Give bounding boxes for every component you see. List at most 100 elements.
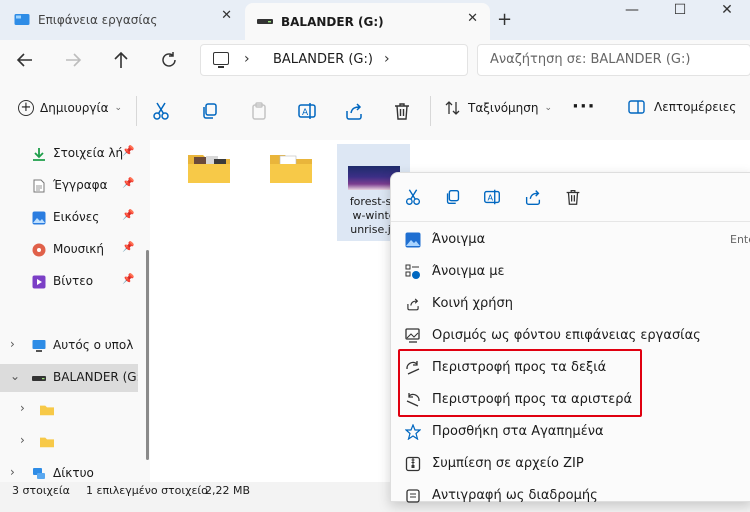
zip-icon xyxy=(405,456,421,472)
menu-item-label: Συμπίεση σε αρχείο ZIP xyxy=(432,456,584,471)
search-box[interactable]: Αναζήτηση σε: BALANDER (G:) xyxy=(477,44,750,76)
tab-desktop[interactable]: Επιφάνεια εργασίας ✕ xyxy=(0,4,244,36)
open-with-icon xyxy=(405,264,420,279)
copy-icon[interactable] xyxy=(199,100,221,122)
chevron-right-icon[interactable]: › xyxy=(10,465,15,479)
chevron-down-icon: ⌄ xyxy=(114,103,123,113)
sidebar-item-pictures[interactable]: Εικόνες 📌 xyxy=(0,204,138,232)
plus-icon: + xyxy=(18,100,34,116)
maximize-button[interactable]: ☐ xyxy=(657,2,703,18)
menu-item-open[interactable]: Άνοιγμα Ente xyxy=(391,224,750,256)
forward-arrow-icon[interactable] xyxy=(58,48,88,72)
delete-icon[interactable] xyxy=(563,187,583,207)
new-tab-button[interactable]: + xyxy=(497,9,512,30)
folder-icon xyxy=(40,405,54,416)
sort-icon xyxy=(445,101,460,115)
sort-button[interactable]: Ταξινόμηση ⌄ xyxy=(444,100,552,116)
paste-icon[interactable] xyxy=(248,100,270,122)
star-icon xyxy=(405,424,421,440)
menu-item-compress-zip[interactable]: Συμπίεση σε αρχείο ZIP xyxy=(391,448,750,480)
tab-title: BALANDER (G:) xyxy=(281,14,384,29)
sidebar-item-documents[interactable]: Έγγραφα 📌 xyxy=(0,172,138,200)
sidebar-item-folder[interactable]: › xyxy=(0,428,138,456)
sidebar-item-drive[interactable]: ⌄ BALANDER (G:) xyxy=(0,364,138,392)
sidebar-item-label: Μουσική xyxy=(53,242,104,256)
sidebar-item-music[interactable]: Μουσική 📌 xyxy=(0,236,138,264)
menu-item-label: Κοινή χρήση xyxy=(432,296,513,311)
copy-path-icon xyxy=(406,489,420,503)
menu-item-label: Άνοιγμα xyxy=(432,232,486,247)
document-icon xyxy=(33,179,45,193)
details-pane-icon xyxy=(628,100,645,114)
folder-icon xyxy=(40,437,54,448)
sidebar-item-downloads[interactable]: Στοιχεία λήψ 📌 xyxy=(0,140,138,168)
new-label: Δημιουργία xyxy=(40,101,109,115)
menu-item-set-wallpaper[interactable]: Ορισμός ως φόντου επιφάνειας εργασίας xyxy=(391,320,750,352)
minimize-button[interactable]: — xyxy=(609,2,655,18)
desktop-icon xyxy=(14,14,30,25)
svg-text:A: A xyxy=(302,108,309,118)
new-button[interactable]: + Δημιουργία ⌄ xyxy=(18,100,122,116)
rename-icon[interactable]: A xyxy=(482,187,502,207)
chevron-right-icon[interactable]: › xyxy=(10,337,15,351)
context-menu: A Άνοιγμα Ente Άνοιγμα με Κοινή χρήση Ορ… xyxy=(390,172,750,503)
share-icon[interactable] xyxy=(523,187,543,207)
share-icon[interactable] xyxy=(343,100,365,122)
sidebar-item-videos[interactable]: Βίντεο 📌 xyxy=(0,268,138,296)
close-window-button[interactable]: ✕ xyxy=(704,2,750,18)
sidebar-item-label: Δίκτυο xyxy=(53,466,94,480)
drive-icon xyxy=(32,376,46,381)
breadcrumb-chevron-icon[interactable]: › xyxy=(384,51,390,67)
download-icon xyxy=(33,148,45,161)
tab-close-icon[interactable]: ✕ xyxy=(467,11,478,26)
drive-icon xyxy=(257,18,273,24)
sidebar-item-label: BALANDER (G:) xyxy=(53,370,138,384)
network-icon xyxy=(33,468,45,479)
selection-count: 1 επιλεγμένο στοιχείο xyxy=(86,484,208,497)
folder-icon[interactable] xyxy=(270,153,312,183)
tab-close-icon[interactable]: ✕ xyxy=(221,8,232,23)
delete-icon[interactable] xyxy=(391,100,413,122)
chevron-down-icon: ⌄ xyxy=(544,103,553,113)
sidebar-item-label: Αυτός ο υπολογ xyxy=(53,338,133,352)
svg-text:A: A xyxy=(487,193,493,203)
chevron-right-icon[interactable]: › xyxy=(20,401,25,415)
pin-icon: 📌 xyxy=(122,210,135,221)
chevron-right-icon[interactable]: › xyxy=(20,433,25,447)
context-quick-actions: A xyxy=(391,173,750,222)
refresh-icon[interactable] xyxy=(154,48,184,72)
chevron-down-icon[interactable]: ⌄ xyxy=(10,369,20,383)
rename-icon[interactable]: A xyxy=(296,100,318,122)
menu-item-share[interactable]: Κοινή χρήση xyxy=(391,288,750,320)
sidebar-item-this-pc[interactable]: › Αυτός ο υπολογ xyxy=(0,332,138,360)
breadcrumb-chevron-icon[interactable]: › xyxy=(244,51,250,67)
menu-item-label: Αντιγραφή ως διαδρομής xyxy=(432,488,598,503)
pin-icon: 📌 xyxy=(122,146,135,157)
cut-icon[interactable] xyxy=(403,187,423,207)
sidebar-item-folder[interactable]: › xyxy=(0,396,138,424)
selection-size: 2,22 MB xyxy=(205,484,251,497)
address-bar[interactable]: › BALANDER (G:) › xyxy=(200,44,468,76)
more-options-icon[interactable]: ··· xyxy=(572,96,596,117)
shortcut-hint: Ente xyxy=(730,233,750,246)
computer-icon xyxy=(32,340,46,352)
pin-icon: 📌 xyxy=(122,178,135,189)
sidebar-item-label: Στοιχεία λήψ xyxy=(53,146,123,160)
details-button[interactable]: Λεπτομέρειες xyxy=(628,100,736,114)
sidebar-scrollbar[interactable] xyxy=(146,250,149,460)
tab-balander[interactable]: BALANDER (G:) ✕ xyxy=(245,3,490,40)
back-arrow-icon[interactable] xyxy=(10,48,40,72)
menu-item-copy-path[interactable]: Αντιγραφή ως διαδρομής xyxy=(391,480,750,512)
breadcrumb-location[interactable]: BALANDER (G:) xyxy=(273,52,373,67)
cut-icon[interactable] xyxy=(150,100,172,122)
sidebar-item-label: Βίντεο xyxy=(53,274,94,288)
menu-item-add-favorites[interactable]: Προσθήκη στα Αγαπημένα xyxy=(391,416,750,448)
toolbar-divider xyxy=(136,96,137,126)
details-label: Λεπτομέρειες xyxy=(654,100,737,114)
folder-icon[interactable] xyxy=(188,153,230,183)
pin-icon: 📌 xyxy=(122,242,135,253)
photos-app-icon xyxy=(405,232,421,248)
copy-icon[interactable] xyxy=(443,187,463,207)
up-arrow-icon[interactable] xyxy=(106,48,136,72)
menu-item-open-with[interactable]: Άνοιγμα με xyxy=(391,256,750,288)
